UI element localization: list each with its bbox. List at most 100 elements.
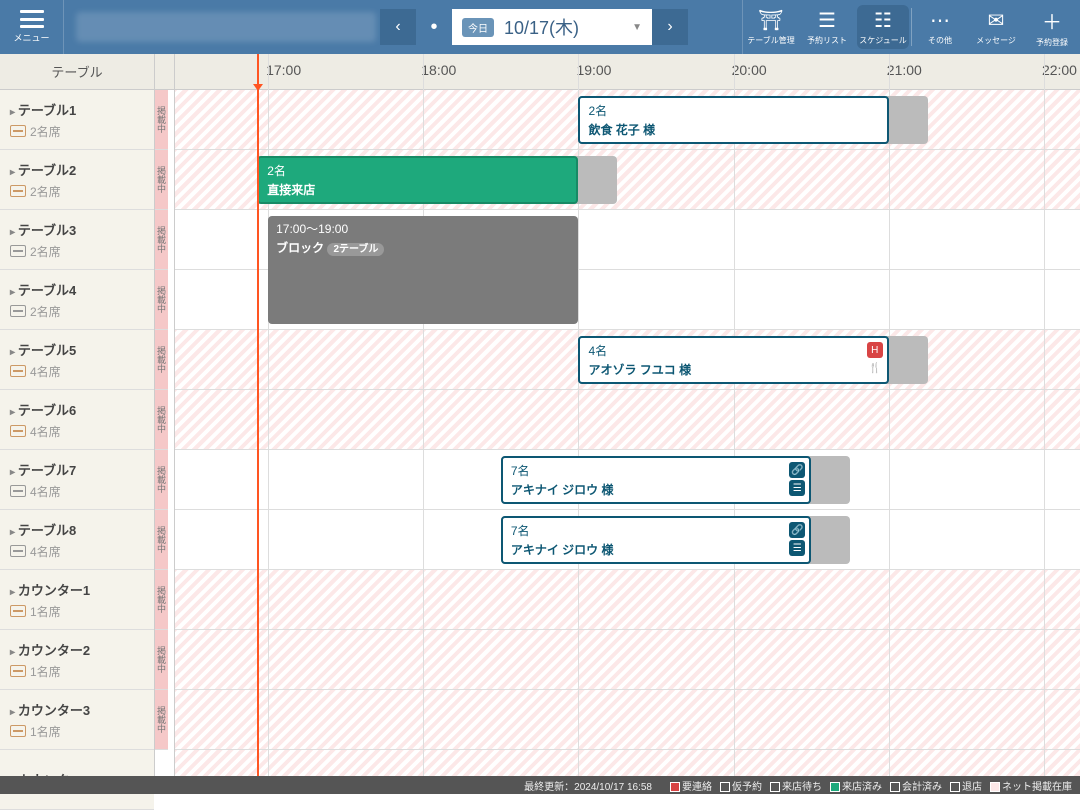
- reservation-block[interactable]: 7名アキナイ ジロウ 様🔗☰: [501, 516, 811, 564]
- table-seats: 1名席: [10, 723, 144, 740]
- list-icon: ☰: [818, 8, 836, 33]
- reservation-block[interactable]: 7名アキナイ ジロウ 様🔗☰: [501, 456, 811, 504]
- link-icon: 🔗: [789, 522, 805, 538]
- reservation-block[interactable]: 2名飲食 花子 様: [578, 96, 888, 144]
- reservation-block[interactable]: 2名直接来店: [257, 156, 578, 204]
- timeline[interactable]: 17:0018:0019:0020:0021:0022:00 2名飲食 花子 様…: [175, 54, 1080, 776]
- time-label: 17:00: [266, 62, 301, 78]
- hour-gridline: [1044, 90, 1045, 776]
- time-label: 19:00: [576, 62, 611, 78]
- table-row[interactable]: テーブル1 2名席: [0, 90, 154, 150]
- link-icon: 🔗: [789, 462, 805, 478]
- seat-icon: [10, 125, 26, 137]
- store-name-blurred: [76, 12, 376, 42]
- hour-gridline: [1044, 54, 1045, 90]
- legend-item: 要連絡: [670, 782, 712, 793]
- table-name: テーブル5: [10, 340, 144, 359]
- table-seats: 2名席: [10, 303, 144, 320]
- table-sidebar: テーブル テーブル12名席テーブル22名席テーブル32名席テーブル42名席テーブ…: [0, 54, 155, 776]
- chevron-down-icon: ▼: [632, 22, 642, 33]
- table-name: テーブル8: [10, 520, 144, 539]
- current-date: 10/17(木): [504, 14, 579, 40]
- timeline-row[interactable]: [175, 570, 1080, 630]
- reservation-name: ブロック 2テーブル: [276, 239, 570, 256]
- table-row[interactable]: テーブル7 4名席: [0, 450, 154, 510]
- message-button[interactable]: ✉ メッセージ: [968, 0, 1024, 54]
- table-name: テーブル3: [10, 220, 144, 239]
- menu-label: メニュー: [13, 31, 49, 44]
- reservation-name: アオゾラ フユコ 様: [588, 361, 878, 378]
- reservation-count: 17:00～19:00: [276, 220, 570, 237]
- reservation-count: 2名: [588, 102, 878, 119]
- publish-status-cell: 掲載中: [155, 630, 168, 690]
- seat-icon: [10, 545, 26, 557]
- table-row[interactable]: カウンター21名席: [0, 630, 154, 690]
- reservation-count: 7名: [511, 522, 801, 539]
- table-row[interactable]: テーブル3 2名席: [0, 210, 154, 270]
- today-pill: 今日: [462, 18, 494, 37]
- publish-status-column: 掲載中掲載中掲載中掲載中掲載中掲載中掲載中掲載中掲載中掲載中掲載中: [155, 54, 175, 776]
- seat-icon: [10, 725, 26, 737]
- publish-status-cell: 掲載中: [155, 270, 168, 330]
- table-seats: 4名席: [10, 483, 144, 500]
- app-header: メニュー ‹ • 今日 10/17(木) ▼ › ⛩ テーブル管理 ☰ 予約リス…: [0, 0, 1080, 54]
- schedule-grid: テーブル テーブル12名席テーブル22名席テーブル32名席テーブル42名席テーブ…: [0, 54, 1080, 776]
- table-seats: 2名席: [10, 123, 144, 140]
- memo-icon: ☰: [789, 540, 805, 556]
- table-row[interactable]: カウンター31名席: [0, 690, 154, 750]
- table-column-header: テーブル: [0, 54, 154, 90]
- table-name: テーブル1: [10, 100, 144, 119]
- next-day-button[interactable]: ›: [652, 9, 688, 45]
- time-label: 22:00: [1042, 62, 1077, 78]
- other-button[interactable]: ⋯ その他: [912, 0, 968, 54]
- legend-swatch: [990, 782, 1000, 792]
- schedule-button[interactable]: ☷ スケジュール: [857, 5, 909, 49]
- time-label: 18:00: [421, 62, 456, 78]
- reservation-list-button[interactable]: ☰ 予約リスト: [799, 0, 855, 54]
- date-picker[interactable]: 今日 10/17(木) ▼: [452, 9, 652, 45]
- reservation-name: アキナイ ジロウ 様: [511, 481, 801, 498]
- table-row[interactable]: カウンター11名席: [0, 570, 154, 630]
- time-axis-header: 17:0018:0019:0020:0021:0022:00: [175, 54, 1080, 90]
- legend-swatch: [890, 782, 900, 792]
- table-row[interactable]: テーブル2 2名席: [0, 150, 154, 210]
- reservation-block[interactable]: 4名アオゾラ フユコ 様H🍴: [578, 336, 888, 384]
- today-dot-button[interactable]: •: [416, 9, 452, 45]
- table-row[interactable]: テーブル64名席: [0, 390, 154, 450]
- table-name: カウンター2: [10, 640, 144, 659]
- current-time-line: [257, 90, 259, 776]
- hour-gridline: [578, 54, 579, 90]
- hour-gridline: [734, 90, 735, 776]
- table-management-button[interactable]: ⛩ テーブル管理: [743, 0, 799, 54]
- table-row[interactable]: テーブル54名席: [0, 330, 154, 390]
- table-row[interactable]: テーブル42名席: [0, 270, 154, 330]
- publish-status-cell: 掲載中: [155, 330, 168, 390]
- reservation-block[interactable]: 17:00～19:00 ブロック 2テーブル: [268, 216, 578, 324]
- time-label: 21:00: [887, 62, 922, 78]
- timeline-row[interactable]: [175, 390, 1080, 450]
- legend-item: ネット掲載在庫: [990, 782, 1072, 793]
- block-badge: 2テーブル: [327, 243, 384, 256]
- top-toolbar: ⛩ テーブル管理 ☰ 予約リスト ☷ スケジュール ⋯ その他 ✉ メッセージ …: [742, 0, 1080, 54]
- new-reservation-button[interactable]: ＋ 予約登録: [1024, 0, 1080, 54]
- table-name: テーブル7: [10, 460, 144, 479]
- prev-day-button[interactable]: ‹: [380, 9, 416, 45]
- table-seats: 2名席: [10, 243, 144, 260]
- table-name: テーブル2: [10, 160, 144, 179]
- legend-swatch: [670, 782, 680, 792]
- timeline-row[interactable]: [175, 690, 1080, 750]
- menu-button[interactable]: メニュー: [0, 0, 64, 54]
- publish-status-cell: 掲載中: [155, 570, 168, 630]
- reservation-name: 飲食 花子 様: [588, 121, 878, 138]
- seat-icon: [10, 485, 26, 497]
- table-seats: 2名席: [10, 183, 144, 200]
- timeline-body[interactable]: 2名飲食 花子 様2名直接来店17:00～19:00ブロック 2テーブル4名アオ…: [175, 90, 1080, 776]
- legend-swatch: [720, 782, 730, 792]
- timeline-row[interactable]: [175, 630, 1080, 690]
- hot-icon: H: [867, 342, 883, 358]
- timeline-row[interactable]: [175, 750, 1080, 776]
- dots-icon: ⋯: [930, 8, 950, 33]
- last-updated: 最終更新：2024/10/17 16:58: [524, 778, 652, 793]
- table-row[interactable]: テーブル84名席: [0, 510, 154, 570]
- reservation-count: 2名: [267, 162, 568, 179]
